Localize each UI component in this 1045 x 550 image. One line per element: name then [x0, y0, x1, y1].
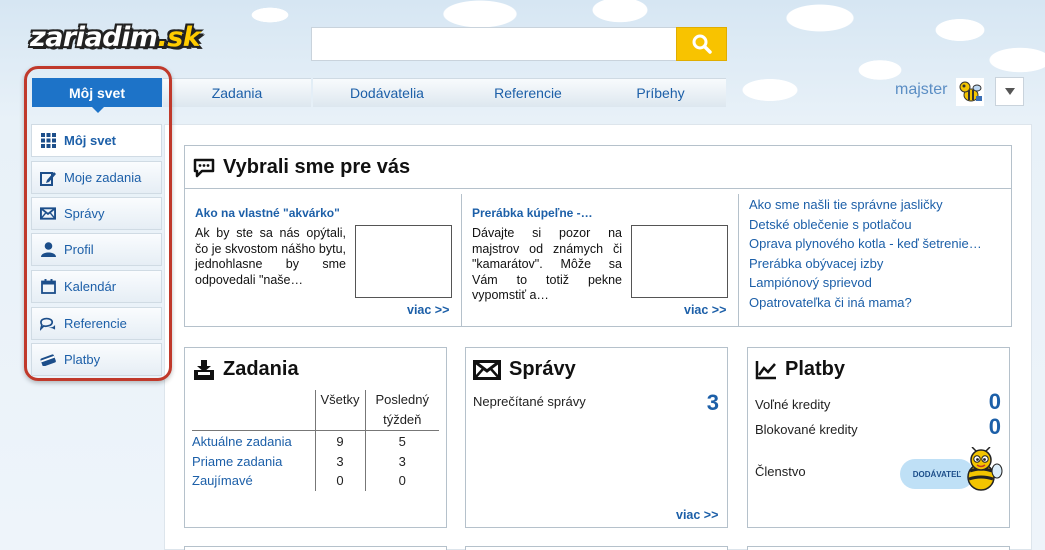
zadania-table: Všetky Posledný týždeň Aktuálne zadania … — [192, 390, 439, 491]
blocked-credits-label: Blokované kredity — [755, 422, 858, 437]
table-row[interactable]: Aktuálne zadania 9 5 — [192, 430, 439, 452]
sidebar-item-label: Kalendár — [64, 279, 117, 294]
grid-icon — [40, 133, 56, 149]
bee-mascot-icon — [959, 81, 982, 102]
table-row[interactable]: Priame zadania 3 3 — [192, 451, 439, 472]
free-credits-value: 0 — [988, 389, 1001, 414]
column-header: Všetky — [314, 390, 366, 431]
spravy-more-link[interactable]: viac >> — [676, 508, 718, 522]
article-more-link[interactable]: viac >> — [684, 303, 726, 317]
featured-article: Prerábka kúpeľne -… Dávajte si pozor na … — [462, 194, 739, 326]
row-label-link[interactable]: Zaujímavé — [192, 471, 315, 491]
featured-link[interactable]: Ako sme našli tie správne jasličky — [749, 195, 1009, 215]
speech-bubble-icon — [193, 158, 215, 178]
sidebar-item-label: Správy — [64, 206, 105, 221]
edit-icon — [40, 170, 56, 186]
count-all: 3 — [314, 451, 366, 471]
line-chart-icon — [755, 360, 777, 380]
site-logo[interactable]: zariadim.sk — [30, 22, 201, 53]
avatar[interactable] — [956, 78, 984, 106]
column-header: Posledný týždeň — [365, 390, 439, 431]
unread-label: Neprečítané správy — [473, 394, 586, 409]
article-excerpt: Dávajte si pozor na majstrov od známych … — [472, 226, 622, 302]
sidebar-item-moje-zadania[interactable]: Moje zadania — [31, 161, 162, 194]
sidebar-item-referencie[interactable]: Referencie — [31, 307, 162, 340]
row-label-link[interactable]: Aktuálne zadania — [192, 431, 315, 452]
featured-title: Vybrali sme pre vás — [223, 156, 411, 178]
featured-link[interactable]: Detské oblečenie s potlačou — [749, 215, 1009, 235]
username-link[interactable]: majster — [895, 81, 947, 99]
featured-panel: Vybrali sme pre vás Ako na vlastné "akvá… — [184, 145, 1012, 327]
search-icon — [692, 34, 712, 54]
count-week: 3 — [398, 453, 406, 469]
tab-zadania[interactable]: Zadania — [163, 78, 311, 107]
panel-partial — [184, 546, 447, 550]
platby-title: Platby — [785, 358, 846, 380]
user-menu-button[interactable] — [995, 77, 1024, 106]
count-week: 5 — [398, 433, 406, 449]
table-row[interactable]: Zaujímavé 0 0 — [192, 471, 439, 491]
sidebar-item-label: Môj svet — [64, 133, 117, 148]
featured-links-list: Ako sme našli tie správne jasličky Detsk… — [749, 195, 1009, 312]
count-all: 9 — [314, 430, 366, 452]
sidebar-item-profil[interactable]: Profil — [31, 233, 162, 266]
spravy-title: Správy — [509, 358, 576, 380]
free-credits-label: Voľné kredity — [755, 397, 831, 412]
panel-partial — [465, 546, 728, 550]
featured-link[interactable]: Opatrovateľka či iná mama? — [749, 293, 1009, 313]
article-title-link[interactable]: Ako na vlastné "akvárko" — [195, 206, 340, 220]
sidebar-item-platby[interactable]: Platby — [31, 343, 162, 376]
sidebar-item-moj-svet[interactable]: Môj svet — [31, 124, 162, 157]
featured-link[interactable]: Prerábka obývacej izby — [749, 254, 1009, 274]
sidebar-item-label: Profil — [64, 242, 94, 257]
card-icon — [40, 352, 56, 368]
envelope-icon — [40, 206, 56, 222]
platby-panel: Platby Voľné kredity 0 Blokované kredity… — [747, 347, 1010, 528]
search-input[interactable] — [311, 27, 677, 61]
featured-link[interactable]: Oprava plynového kotla - keď šetrenie… — [749, 234, 1009, 254]
bee-mascot-icon — [961, 446, 1003, 496]
user-icon — [40, 242, 56, 258]
zadania-title: Zadania — [223, 358, 299, 380]
membership-label: Členstvo — [755, 464, 806, 479]
zadania-panel: Zadania Všetky Posledný týždeň Aktuálne … — [184, 347, 447, 528]
count-all: 0 — [314, 471, 366, 491]
envelope-icon — [473, 359, 501, 380]
tab-dodavatelia[interactable]: Dodávatelia — [313, 78, 461, 107]
row-label-link[interactable]: Priame zadania — [192, 452, 315, 472]
count-week: 0 — [398, 473, 406, 488]
featured-link[interactable]: Lampiónový sprievod — [749, 273, 1009, 293]
featured-article: Ako na vlastné "akvárko" Ak by ste sa ná… — [185, 194, 462, 326]
inbox-download-icon — [193, 359, 215, 381]
sidebar-item-label: Referencie — [64, 316, 127, 331]
spravy-panel: Správy Neprečítané správy 3 viac >> — [465, 347, 728, 528]
article-thumbnail[interactable] — [355, 225, 452, 298]
panel-partial — [747, 546, 1010, 550]
unread-count-link[interactable]: 3 — [707, 390, 719, 416]
blocked-credits-value: 0 — [988, 414, 1001, 439]
article-more-link[interactable]: viac >> — [407, 303, 449, 317]
sidebar-item-kalendar[interactable]: Kalendár — [31, 270, 162, 303]
article-thumbnail[interactable] — [631, 225, 728, 298]
sidebar-item-label: Platby — [64, 352, 101, 367]
article-title-link[interactable]: Prerábka kúpeľne -… — [472, 206, 593, 220]
search-button[interactable] — [676, 27, 727, 61]
calendar-icon — [40, 279, 56, 295]
tab-referencie[interactable]: Referencie — [454, 78, 602, 107]
sidebar-item-label: Moje zadania — [64, 170, 142, 185]
sidebar-item-spravy[interactable]: Správy — [31, 197, 162, 230]
tab-pribehy[interactable]: Príbehy — [595, 78, 726, 107]
chat-icon — [40, 316, 56, 332]
article-excerpt: Ak by ste sa nás opýtali, čo je skvostom… — [195, 226, 346, 287]
chevron-down-icon — [1004, 88, 1015, 95]
